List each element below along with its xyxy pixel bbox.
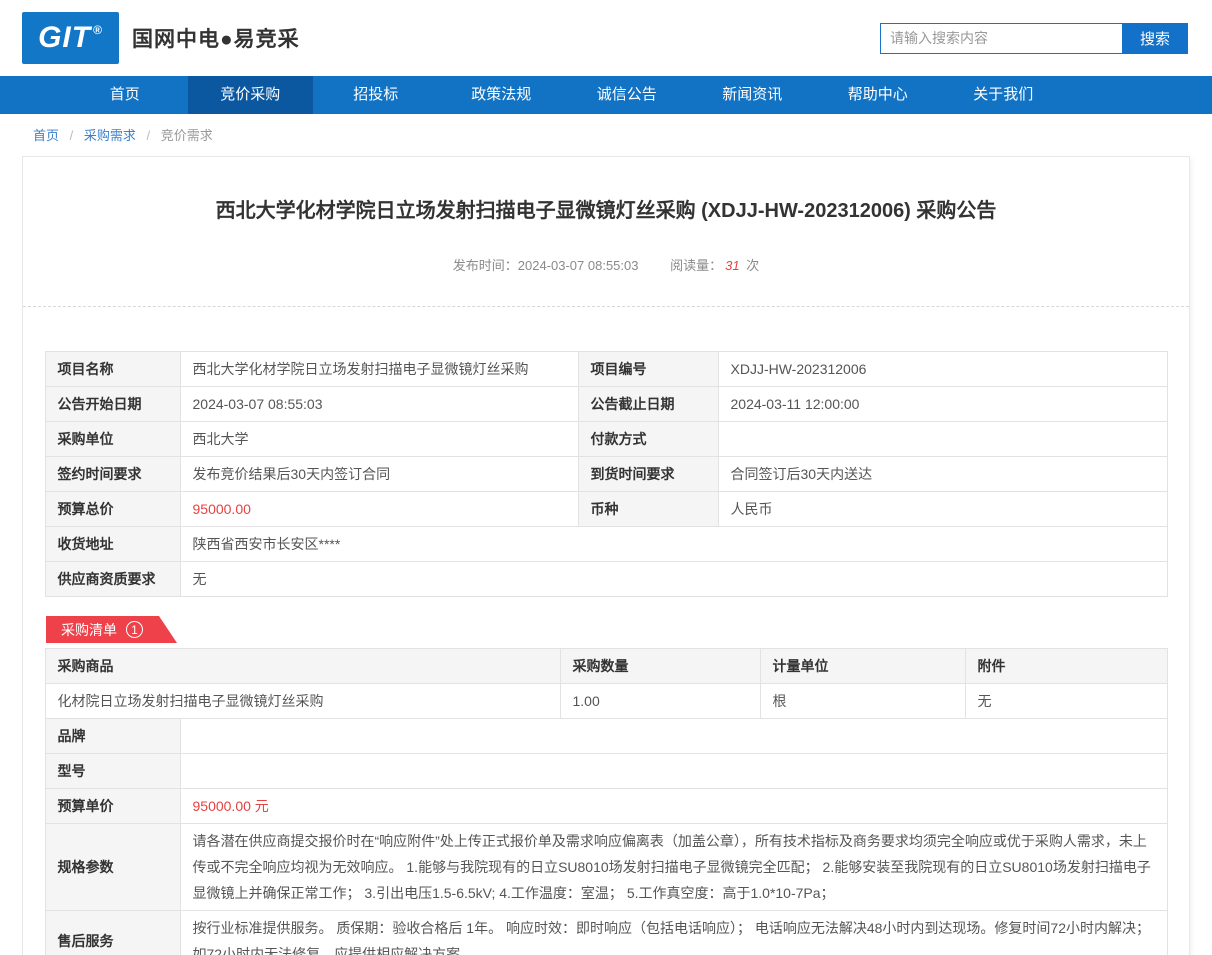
search-input[interactable]	[880, 22, 1122, 54]
info-value: 西北大学	[179, 421, 579, 457]
product-name: 化材院日立场发射扫描电子显微镜灯丝采购	[44, 683, 561, 719]
table-row: 项目名称 西北大学化材学院日立场发射扫描电子显微镜灯丝采购 项目编号 XDJJ-…	[44, 351, 1168, 387]
logo-area: GIT ® 国网中电●易竞采	[22, 12, 300, 64]
project-info-table: 项目名称 西北大学化材学院日立场发射扫描电子显微镜灯丝采购 项目编号 XDJJ-…	[44, 351, 1168, 597]
info-label: 公告截止日期	[577, 386, 719, 422]
table-row: 型号	[44, 753, 1168, 789]
column-header: 采购商品	[44, 648, 561, 684]
table-row: 规格参数 请各潜在供应商提交报价时在“响应附件”处上传正式报价单及需求响应偏离表…	[44, 823, 1168, 911]
breadcrumb-home[interactable]: 首页	[33, 128, 59, 143]
table-row: 采购单位 西北大学 付款方式	[44, 421, 1168, 457]
purchase-list-count-badge: 1	[126, 621, 143, 638]
site-name: 国网中电●易竞采	[132, 28, 300, 51]
nav-item-integrity[interactable]: 诚信公告	[564, 76, 690, 114]
info-label: 收货地址	[44, 526, 181, 562]
info-label: 币种	[577, 491, 719, 527]
registered-mark-icon: ®	[93, 23, 103, 37]
detail-label: 预算单价	[44, 788, 181, 824]
purchase-list-badge: 采购清单 1	[46, 616, 177, 643]
column-header: 采购数量	[559, 648, 761, 684]
nav-item-bidding-purchase[interactable]: 竞价采购	[187, 76, 313, 114]
breadcrumb-separator: /	[69, 128, 74, 143]
purchase-list-badge-row: 采购清单 1	[46, 616, 1189, 643]
table-row: 签约时间要求 发布竞价结果后30天内签订合同 到货时间要求 合同签订后30天内送…	[44, 456, 1168, 492]
unit-price-value: 95000.00 元	[179, 788, 1168, 824]
info-label: 公告开始日期	[44, 386, 181, 422]
purchase-detail-table: 品牌 型号 预算单价 95000.00 元 规格参数 请各潜在供应商提交报价时在…	[44, 718, 1168, 955]
product-attachment: 无	[964, 683, 1168, 719]
nav-item-help[interactable]: 帮助中心	[815, 76, 941, 114]
table-row: 品牌	[44, 718, 1168, 754]
info-label: 项目编号	[577, 351, 719, 387]
breadcrumb-bidding-demand: 竞价需求	[160, 128, 213, 143]
column-header: 计量单位	[759, 648, 966, 684]
budget-total-value: 95000.00	[179, 491, 579, 527]
page-title: 西北大学化材学院日立场发射扫描电子显微镜灯丝采购 (XDJJ-HW-202312…	[215, 200, 997, 222]
table-row: 售后服务 按行业标准提供服务。 质保期：验收合格后 1年。 响应时效：即时响应（…	[44, 910, 1168, 955]
nav-item-tender[interactable]: 招投标	[313, 76, 439, 114]
search-button[interactable]: 搜索	[1122, 22, 1188, 54]
breadcrumb-separator: /	[146, 128, 151, 143]
table-row: 化材院日立场发射扫描电子显微镜灯丝采购 1.00 根 无	[44, 683, 1168, 719]
info-value: 2024-03-07 08:55:03	[179, 386, 579, 422]
info-value: 西北大学化材学院日立场发射扫描电子显微镜灯丝采购	[179, 351, 579, 387]
info-value: XDJJ-HW-202312006	[717, 351, 1168, 387]
detail-value	[179, 718, 1168, 754]
info-label: 采购单位	[44, 421, 181, 457]
info-label: 预算总价	[44, 491, 181, 527]
detail-label: 品牌	[44, 718, 181, 754]
detail-label: 规格参数	[44, 823, 181, 911]
detail-value	[179, 753, 1168, 789]
nav-item-news[interactable]: 新闻资讯	[690, 76, 816, 114]
announcement-card: 西北大学化材学院日立场发射扫描电子显微镜灯丝采购 (XDJJ-HW-202312…	[22, 156, 1190, 955]
product-quantity: 1.00	[559, 683, 761, 719]
announcement-meta: 发布时间：2024-03-07 08:55:03 阅读量： 31 次	[23, 255, 1189, 274]
breadcrumb-purchase-demand[interactable]: 采购需求	[84, 128, 136, 143]
nav-item-about[interactable]: 关于我们	[941, 76, 1067, 114]
info-value	[717, 421, 1168, 457]
info-value: 合同签订后30天内送达	[717, 456, 1168, 492]
table-header-row: 采购商品 采购数量 计量单位 附件	[44, 648, 1168, 684]
table-row: 收货地址 陕西省西安市长安区****	[44, 526, 1168, 562]
table-row: 预算总价 95000.00 币种 人民币	[44, 491, 1168, 527]
main-nav: 首页 竞价采购 招投标 政策法规 诚信公告 新闻资讯 帮助中心 关于我们	[0, 76, 1212, 114]
info-label: 签约时间要求	[44, 456, 181, 492]
search-area: 搜索	[880, 22, 1188, 54]
column-header: 附件	[964, 648, 1168, 684]
nav-item-home[interactable]: 首页	[62, 76, 188, 114]
after-sale-value: 按行业标准提供服务。 质保期：验收合格后 1年。 响应时效：即时响应（包括电话响…	[179, 910, 1168, 955]
table-row: 预算单价 95000.00 元	[44, 788, 1168, 824]
info-label: 付款方式	[577, 421, 719, 457]
breadcrumb: 首页 / 采购需求 / 竞价需求	[0, 114, 1212, 154]
git-logo[interactable]: GIT ®	[22, 12, 119, 64]
spec-params-value: 请各潜在供应商提交报价时在“响应附件”处上传正式报价单及需求响应偏离表（加盖公章…	[179, 823, 1168, 911]
publish-time: 发布时间：2024-03-07 08:55:03	[452, 258, 639, 273]
dashed-divider	[23, 306, 1189, 307]
read-count: 阅读量： 31 次	[670, 258, 760, 273]
site-header: GIT® 国网中电●易竞采 搜索	[0, 0, 1212, 76]
info-value: 陕西省西安市长安区****	[179, 526, 1168, 562]
purchase-list-badge-label: 采购清单	[61, 621, 117, 638]
nav-item-policy[interactable]: 政策法规	[439, 76, 565, 114]
product-unit: 根	[759, 683, 966, 719]
info-label: 到货时间要求	[577, 456, 719, 492]
info-label: 项目名称	[44, 351, 181, 387]
table-row: 公告开始日期 2024-03-07 08:55:03 公告截止日期 2024-0…	[44, 386, 1168, 422]
table-row: 供应商资质要求 无	[44, 561, 1168, 597]
info-value: 人民币	[717, 491, 1168, 527]
info-value: 无	[179, 561, 1168, 597]
info-label: 供应商资质要求	[44, 561, 181, 597]
info-value: 2024-03-11 12:00:00	[717, 386, 1168, 422]
info-value: 发布竞价结果后30天内签订合同	[179, 456, 579, 492]
purchase-item-table: 采购商品 采购数量 计量单位 附件 化材院日立场发射扫描电子显微镜灯丝采购 1.…	[44, 648, 1168, 719]
git-logo-text: GIT	[38, 21, 92, 54]
detail-label: 型号	[44, 753, 181, 789]
detail-label: 售后服务	[44, 910, 181, 955]
